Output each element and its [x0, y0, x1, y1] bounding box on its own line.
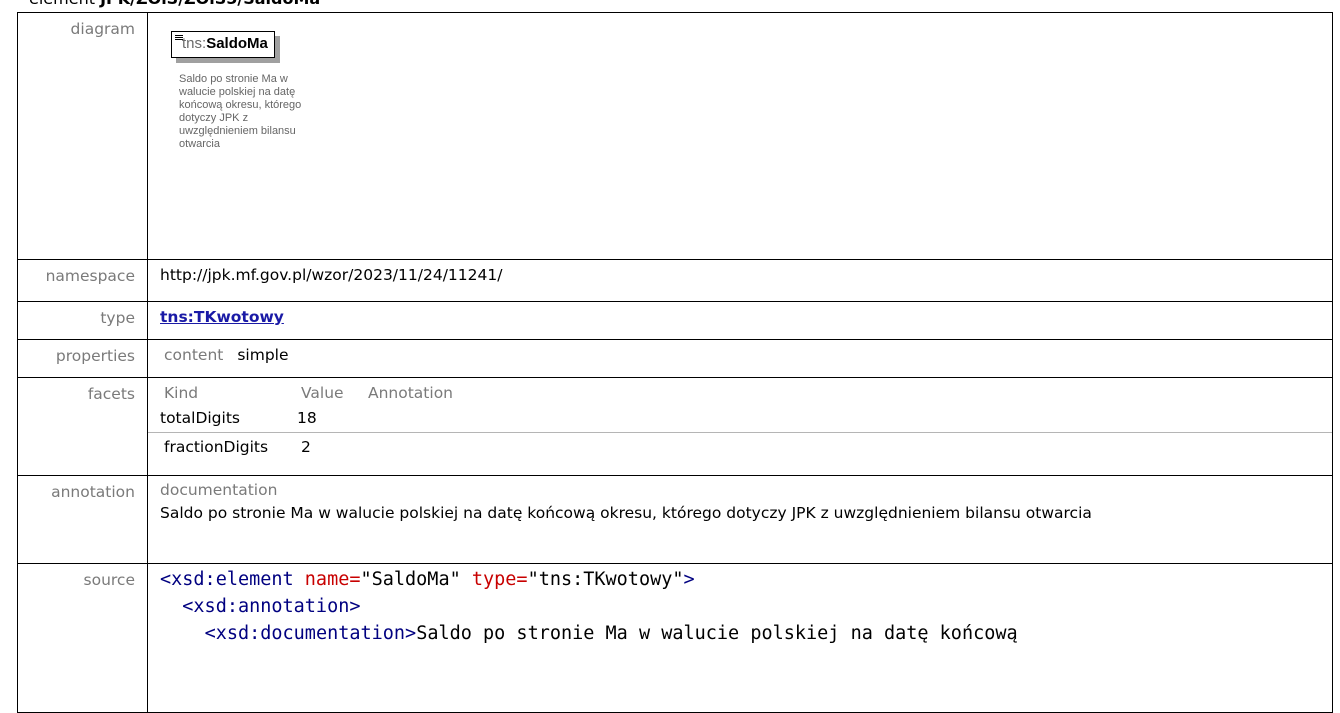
annotation-cell: documentation Saldo po stronie Ma w walu…: [147, 475, 1333, 564]
source-text: Saldo po stronie Ma w walucie polskiej n…: [416, 623, 1018, 644]
facet-row: totalDigits 18: [148, 404, 1332, 433]
facets-header-annotation: Annotation: [368, 384, 454, 402]
row-namespace: namespace http://jpk.mf.gov.pl/wzor/2023…: [17, 259, 1333, 302]
row-source: source <xsd:element name="SaldoMa" type=…: [17, 563, 1333, 713]
sequence-lines-icon: [175, 35, 183, 42]
source-tag-close: >: [683, 569, 695, 590]
source-cell: <xsd:element name="SaldoMa" type="tns:TK…: [147, 563, 1333, 713]
facets-grid: Kind Value Annotation totalDigits 18 fra…: [148, 382, 1332, 461]
element-diagram-box[interactable]: tns:SaldoMa: [171, 31, 275, 58]
source-attr-value: "tns:TKwotowy": [527, 569, 684, 590]
row-diagram: diagram tns:SaldoMa Saldo po stronie Ma …: [17, 12, 1333, 260]
source-attr: name=: [293, 569, 361, 590]
facet-kind: totalDigits: [160, 409, 240, 427]
source-code: <xsd:element name="SaldoMa" type="tns:TK…: [160, 566, 1332, 647]
label-diagram: diagram: [17, 12, 148, 260]
facet-row: fractionDigits 2: [164, 433, 1332, 461]
label-source: source: [17, 563, 148, 713]
facet-kind: fractionDigits: [164, 438, 269, 456]
property-key: content: [164, 346, 224, 364]
label-facets: facets: [17, 377, 148, 476]
property-value: simple: [237, 346, 289, 364]
source-line-1: <xsd:element name="SaldoMa" type="tns:TK…: [160, 566, 1332, 593]
label-namespace: namespace: [17, 259, 148, 302]
source-line-3: <xsd:documentation>Saldo po stronie Ma w…: [160, 620, 1332, 647]
namespace-value: http://jpk.mf.gov.pl/wzor/2023/11/24/112…: [147, 259, 1333, 302]
facet-value: 2: [301, 438, 311, 456]
facets-header-value: Value: [301, 384, 344, 402]
annotation-kind: documentation: [160, 481, 278, 499]
facets-header-row: Kind Value Annotation: [164, 382, 1332, 404]
diagram-element-name: SaldoMa: [206, 35, 268, 52]
row-annotation: annotation documentation Saldo po stroni…: [17, 475, 1333, 564]
source-tag: <xsd:documentation>: [204, 623, 417, 644]
row-facets: facets Kind Value Annotation totalDigits…: [17, 377, 1333, 476]
label-annotation: annotation: [17, 475, 148, 564]
source-tag: <xsd:annotation>: [182, 596, 361, 617]
diagram-element-prefix: tns:: [182, 35, 207, 52]
annotation-text: Saldo po stronie Ma w walucie polskiej n…: [160, 504, 1092, 522]
facet-value: 18: [297, 409, 317, 427]
source-attr: type=: [460, 569, 528, 590]
element-path: JPK/ZOiS/ZOiS5/SaldoMa: [100, 0, 320, 8]
row-type: type tns:TKwotowy: [17, 301, 1333, 340]
element-doc-table: diagram tns:SaldoMa Saldo po stronie Ma …: [17, 12, 1333, 713]
row-properties: properties content simple: [17, 339, 1333, 378]
source-line-2: <xsd:annotation>: [160, 593, 1332, 620]
source-attr-value: "SaldoMa": [360, 569, 461, 590]
facets-cell: Kind Value Annotation totalDigits 18 fra…: [147, 377, 1333, 476]
source-tag: <xsd:element: [160, 569, 294, 590]
properties-cell: content simple: [147, 339, 1333, 378]
source-indent: [160, 596, 182, 617]
source-indent: [160, 623, 205, 644]
heading-prefix: element: [29, 0, 100, 8]
label-properties: properties: [17, 339, 148, 378]
diagram-cell: tns:SaldoMa Saldo po stronie Ma w waluci…: [147, 12, 1333, 260]
type-link[interactable]: tns:TKwotowy: [160, 308, 284, 326]
label-type: type: [17, 301, 148, 340]
facets-header-kind: Kind: [164, 384, 199, 402]
diagram-documentation: Saldo po stronie Ma w walucie polskiej n…: [179, 73, 302, 150]
page-heading: element JPK/ZOiS/ZOiS5/SaldoMa: [29, 0, 320, 9]
